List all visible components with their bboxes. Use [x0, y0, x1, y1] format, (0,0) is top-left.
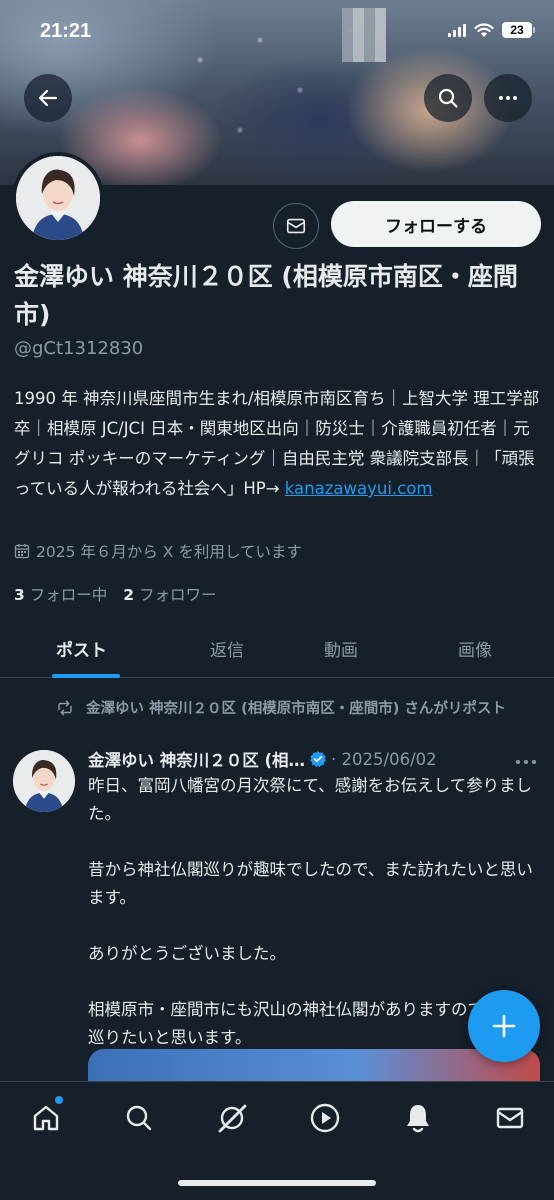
grok-icon — [218, 1104, 247, 1133]
search-icon — [126, 1105, 152, 1131]
joined-text: 2025 年６月から X を利用しています — [36, 543, 302, 561]
wifi-icon — [474, 22, 494, 37]
battery-icon: 23 — [502, 22, 535, 38]
profile-avatar[interactable] — [12, 152, 104, 244]
mail-icon — [496, 1107, 524, 1129]
repost-indicator: 金澤ゆい 神奈川２０区 (相模原市南区・座間市) さんがリポスト — [56, 697, 506, 718]
status-icons: 23 — [448, 22, 535, 38]
tab-videos[interactable]: 動画 — [324, 636, 358, 661]
following-link[interactable]: 3 フォロー中 — [14, 583, 107, 605]
avatar-portrait — [13, 750, 75, 812]
post-more-button[interactable] — [514, 752, 538, 771]
bell-icon — [407, 1105, 429, 1133]
profile-name: 金澤ゆい 神奈川２０区 (相模原市南区・座間市) — [14, 262, 518, 329]
more-button[interactable] — [484, 74, 532, 122]
nav-video[interactable] — [305, 1098, 345, 1138]
arrow-left-icon — [38, 89, 58, 107]
search-icon — [438, 88, 458, 108]
nav-messages[interactable] — [490, 1098, 530, 1138]
video-icon — [310, 1103, 340, 1133]
more-horizontal-icon — [499, 96, 517, 100]
tab-images[interactable]: 画像 — [458, 636, 492, 661]
nav-notifications[interactable] — [398, 1098, 438, 1138]
mail-icon — [286, 218, 306, 234]
search-button[interactable] — [424, 74, 472, 122]
post-header: 金澤ゆい 神奈川２０区 (相… · 2025/06/02 — [88, 747, 540, 771]
joined-date: 2025 年６月から X を利用しています — [14, 540, 302, 562]
tab-posts[interactable]: ポスト — [56, 636, 107, 661]
following-label: フォロー中 — [29, 586, 108, 604]
avatar-portrait — [16, 156, 100, 240]
bio-text: 1990 年 神奈川県座間市生まれ/相模原市南区育ち｜上智大学 理工学部卒｜相模… — [14, 389, 540, 498]
message-button[interactable] — [273, 203, 319, 249]
home-icon — [33, 1105, 59, 1131]
post-avatar[interactable] — [13, 750, 75, 812]
banner-mosaic — [342, 8, 386, 62]
post-date[interactable]: · 2025/06/02 — [331, 750, 437, 769]
verified-badge-icon — [310, 751, 326, 768]
nav-search[interactable] — [119, 1098, 159, 1138]
plus-icon — [492, 1014, 516, 1038]
following-count: 3 — [14, 586, 25, 604]
repost-text: 金澤ゆい 神奈川２０区 (相模原市南区・座間市) さんがリポスト — [86, 701, 506, 717]
follow-stats: 3 フォロー中 2 フォロワー — [14, 583, 217, 605]
nav-home[interactable] — [26, 1098, 66, 1138]
cellular-signal-icon — [448, 23, 466, 37]
bio-link[interactable]: kanazawayui.com — [285, 479, 433, 498]
home-indicator — [178, 1180, 376, 1186]
compose-post-button[interactable] — [468, 990, 540, 1062]
follow-button[interactable]: フォローする — [331, 201, 541, 247]
calendar-icon — [14, 544, 30, 559]
followers-label: フォロワー — [138, 586, 217, 604]
profile-handle: @gCt1312830 — [14, 338, 144, 359]
back-button[interactable] — [24, 74, 72, 122]
tab-replies[interactable]: 返信 — [210, 636, 244, 661]
status-time: 21:21 — [40, 20, 92, 42]
nav-grok[interactable] — [212, 1098, 252, 1138]
post-author[interactable]: 金澤ゆい 神奈川２０区 (相… — [88, 747, 305, 771]
followers-count: 2 — [123, 586, 135, 604]
more-horizontal-icon — [516, 760, 536, 764]
active-tab-indicator — [52, 674, 120, 678]
profile-bio: 1990 年 神奈川県座間市生まれ/相模原市南区育ち｜上智大学 理工学部卒｜相模… — [14, 384, 544, 504]
followers-link[interactable]: 2 フォロワー — [123, 583, 216, 605]
repost-icon — [58, 700, 72, 715]
home-notification-dot — [55, 1096, 63, 1104]
profile-tabs: ポスト 返信 動画 画像 — [0, 626, 554, 678]
